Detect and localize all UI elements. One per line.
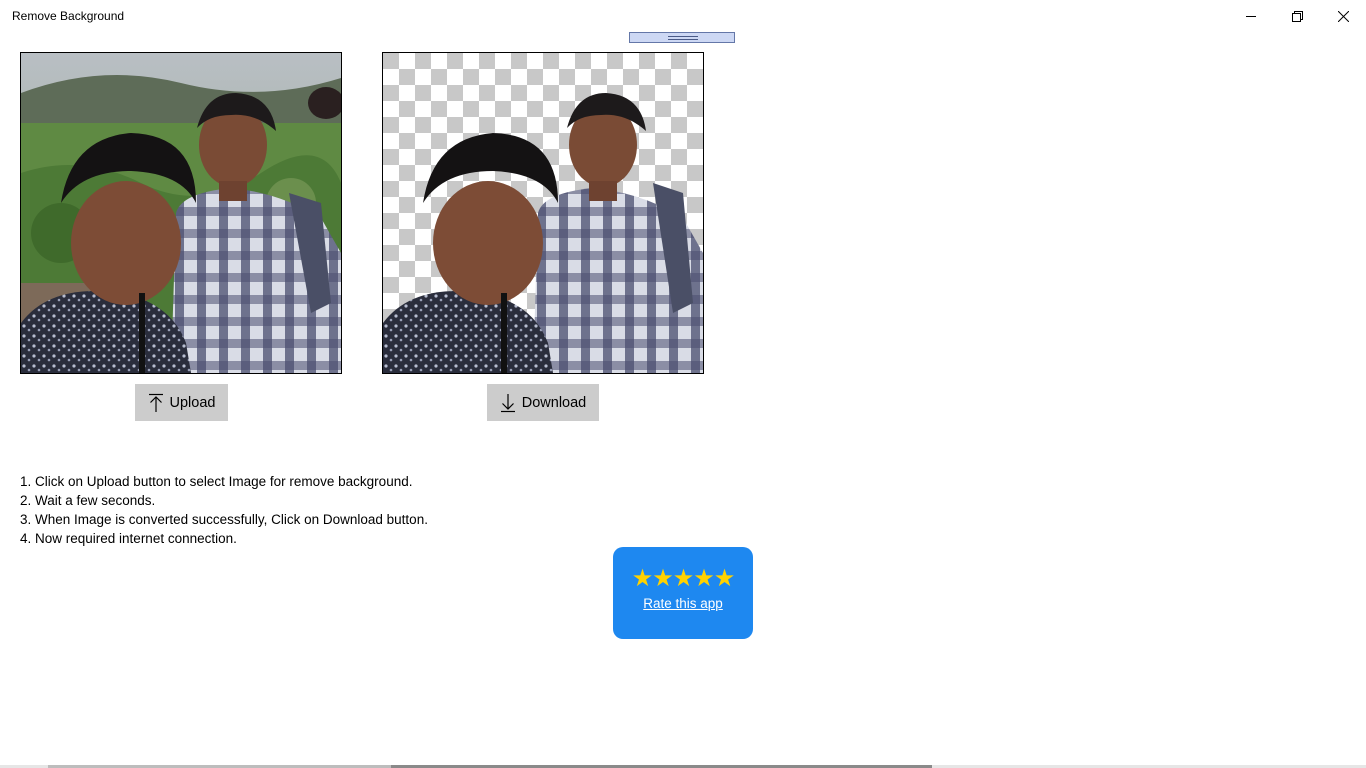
instruction-step: 1. Click on Upload button to select Imag… bbox=[20, 474, 413, 489]
drag-handle[interactable] bbox=[629, 32, 735, 43]
upload-arrow-icon bbox=[148, 393, 163, 412]
star-rating-icon: ★★★★★ bbox=[631, 564, 736, 592]
restore-button[interactable] bbox=[1274, 0, 1320, 32]
instructions: 1. Click on Upload button to select Imag… bbox=[20, 472, 428, 548]
minimize-button[interactable] bbox=[1228, 0, 1274, 32]
title-bar: Remove Background bbox=[0, 0, 1366, 32]
restore-icon bbox=[1291, 10, 1303, 22]
rate-app-link[interactable]: Rate this app bbox=[643, 596, 723, 611]
photo-original bbox=[21, 53, 341, 373]
original-image bbox=[20, 52, 342, 374]
download-button[interactable]: Download bbox=[487, 384, 599, 421]
instruction-step: 2. Wait a few seconds. bbox=[20, 493, 156, 508]
upload-label: Upload bbox=[169, 394, 216, 411]
download-label: Download bbox=[521, 394, 587, 411]
minimize-icon bbox=[1246, 16, 1256, 17]
photo-background-removed bbox=[383, 53, 703, 373]
close-icon bbox=[1337, 10, 1349, 22]
rate-app-card[interactable]: ★★★★★ Rate this app bbox=[613, 547, 753, 639]
result-image bbox=[382, 52, 704, 374]
close-button[interactable] bbox=[1320, 0, 1366, 32]
window-title: Remove Background bbox=[12, 9, 125, 23]
instruction-step: 3. When Image is converted successfully,… bbox=[20, 512, 428, 527]
download-arrow-icon bbox=[500, 393, 515, 412]
upload-button[interactable]: Upload bbox=[135, 384, 228, 421]
instruction-step: 4. Now required internet connection. bbox=[20, 531, 237, 546]
